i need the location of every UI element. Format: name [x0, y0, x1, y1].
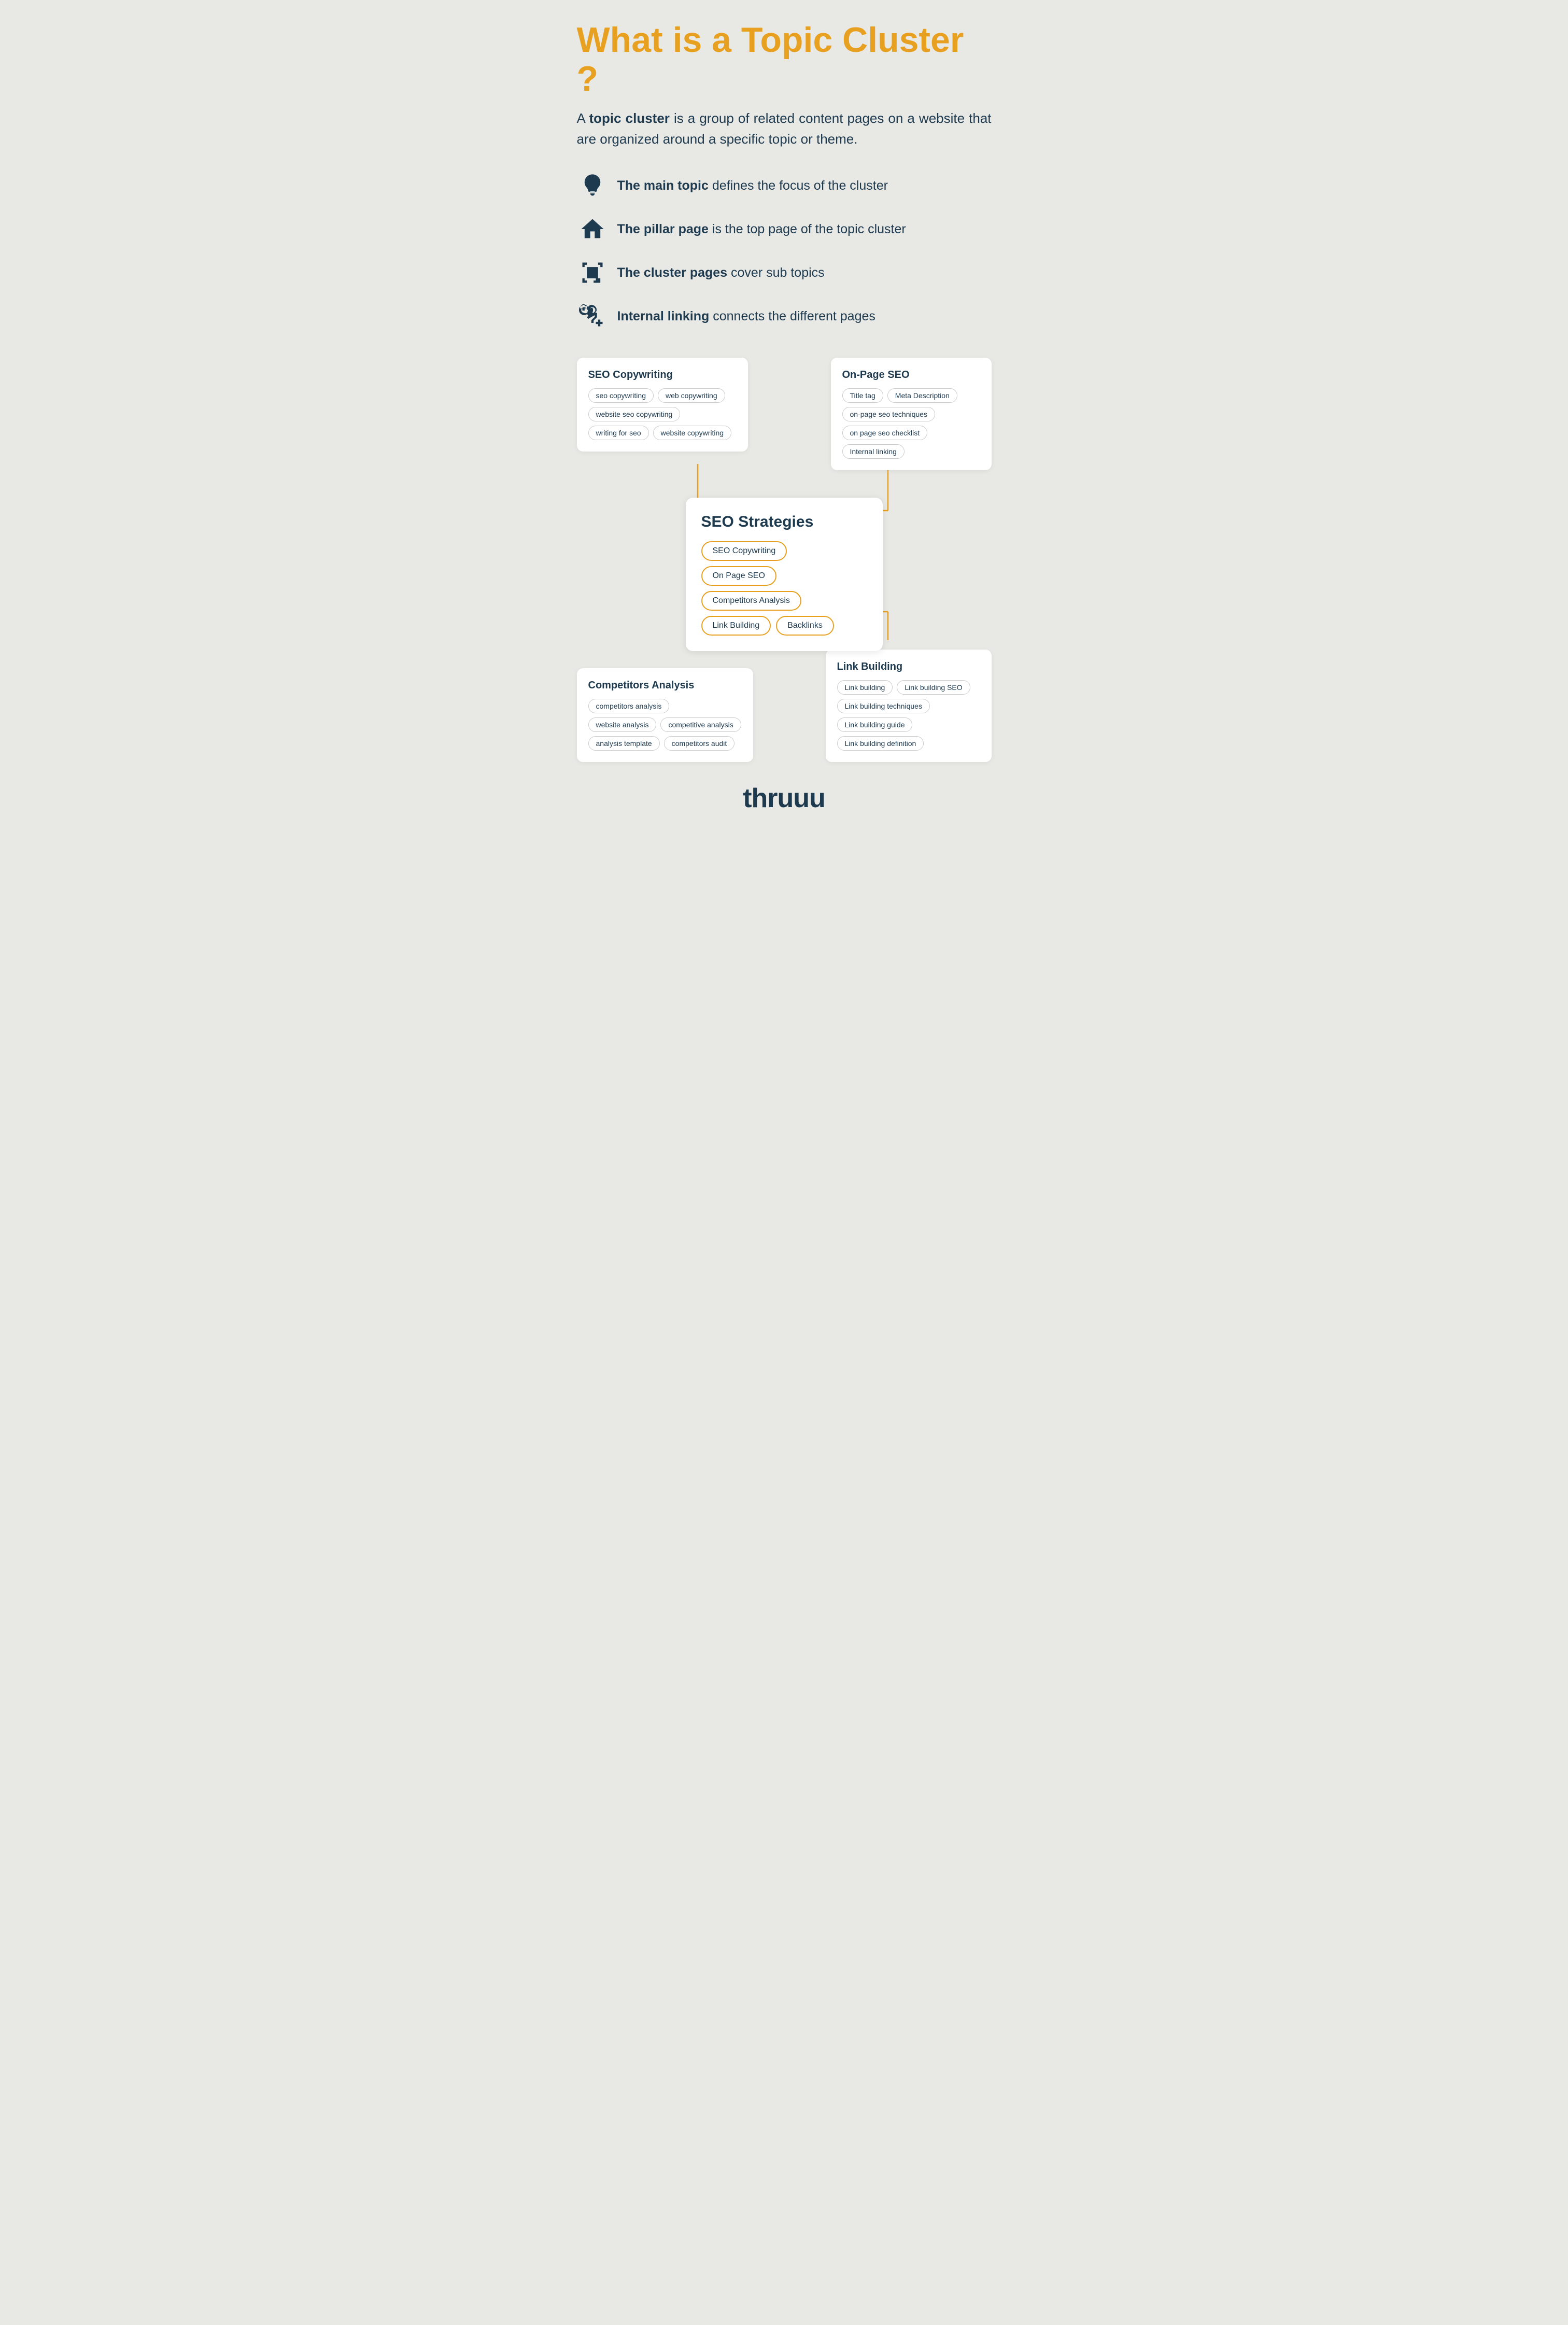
tag-on-page-seo-checklist: on page seo checklist	[842, 426, 928, 440]
feature-list: The main topic defines the focus of the …	[577, 170, 992, 332]
center-tag-competitors-analysis: Competitors Analysis	[701, 591, 801, 611]
tag-link-building-definition: Link building definition	[837, 736, 924, 751]
link-icon	[577, 301, 608, 332]
tag-link-building-techniques: Link building techniques	[837, 699, 930, 713]
page-title: What is a Topic Cluster ?	[577, 21, 992, 98]
tag-link-building: Link building	[837, 680, 893, 695]
feature-main-topic-text: The main topic defines the focus of the …	[617, 177, 888, 195]
tag-website-analysis: website analysis	[588, 717, 657, 732]
tag-link-building-seo: Link building SEO	[897, 680, 970, 695]
seo-strategies-title: SEO Strategies	[701, 513, 867, 531]
tag-title-tag: Title tag	[842, 388, 883, 403]
focus-icon	[577, 257, 608, 288]
feature-pillar-page: The pillar page is the top page of the t…	[577, 214, 992, 245]
house-icon	[577, 214, 608, 245]
tag-analysis-template: analysis template	[588, 736, 660, 751]
on-page-seo-card: On-Page SEO Title tag Meta Description o…	[831, 358, 992, 470]
center-tag-on-page-seo: On Page SEO	[701, 566, 776, 586]
feature-cluster-pages-text: The cluster pages cover sub topics	[617, 264, 825, 282]
lightbulb-icon	[577, 170, 608, 201]
tag-writing-for-seo: writing for seo	[588, 426, 649, 440]
center-tag-link-building: Link Building	[701, 616, 771, 636]
tag-on-page-seo-techniques: on-page seo techniques	[842, 407, 935, 421]
seo-strategies-tags: SEO Copywriting On Page SEO Competitors …	[701, 541, 867, 636]
seo-strategies-card: SEO Strategies SEO Copywriting On Page S…	[686, 498, 883, 651]
tag-website-copywriting: website copywriting	[653, 426, 731, 440]
feature-main-topic: The main topic defines the focus of the …	[577, 170, 992, 201]
feature-pillar-page-text: The pillar page is the top page of the t…	[617, 220, 906, 238]
tag-seo-copywriting: seo copywriting	[588, 388, 654, 403]
seo-copywriting-card: SEO Copywriting seo copywriting web copy…	[577, 358, 748, 452]
feature-internal-linking-text: Internal linking connects the different …	[617, 307, 875, 326]
link-building-tags: Link building Link building SEO Link bui…	[837, 680, 980, 751]
competitors-analysis-tags: competitors analysis website analysis co…	[588, 699, 742, 751]
feature-cluster-pages: The cluster pages cover sub topics	[577, 257, 992, 288]
tag-competitors-analysis: competitors analysis	[588, 699, 670, 713]
center-tag-seo-copywriting: SEO Copywriting	[701, 541, 787, 561]
brand-name: thruuu	[577, 783, 992, 814]
tag-website-seo-copywriting: website seo copywriting	[588, 407, 681, 421]
center-tag-backlinks: Backlinks	[776, 616, 834, 636]
intro-text: A topic cluster is a group of related co…	[577, 108, 992, 150]
competitors-analysis-card: Competitors Analysis competitors analysi…	[577, 668, 753, 762]
seo-copywriting-title: SEO Copywriting	[588, 369, 737, 381]
tag-competitive-analysis: competitive analysis	[660, 717, 741, 732]
competitors-analysis-title: Competitors Analysis	[588, 680, 742, 692]
link-building-card: Link Building Link building Link buildin…	[826, 650, 992, 762]
feature-internal-linking: Internal linking connects the different …	[577, 301, 992, 332]
tag-internal-linking: Internal linking	[842, 444, 905, 459]
tag-web-copywriting: web copywriting	[658, 388, 725, 403]
seo-copywriting-tags: seo copywriting web copywriting website …	[588, 388, 737, 440]
tag-meta-description: Meta Description	[887, 388, 957, 403]
diagram-container: SEO Copywriting seo copywriting web copy…	[577, 358, 992, 762]
on-page-seo-title: On-Page SEO	[842, 369, 980, 381]
on-page-seo-tags: Title tag Meta Description on-page seo t…	[842, 388, 980, 459]
tag-competitors-audit: competitors audit	[664, 736, 735, 751]
tag-link-building-guide: Link building guide	[837, 717, 913, 732]
link-building-title: Link Building	[837, 661, 980, 673]
